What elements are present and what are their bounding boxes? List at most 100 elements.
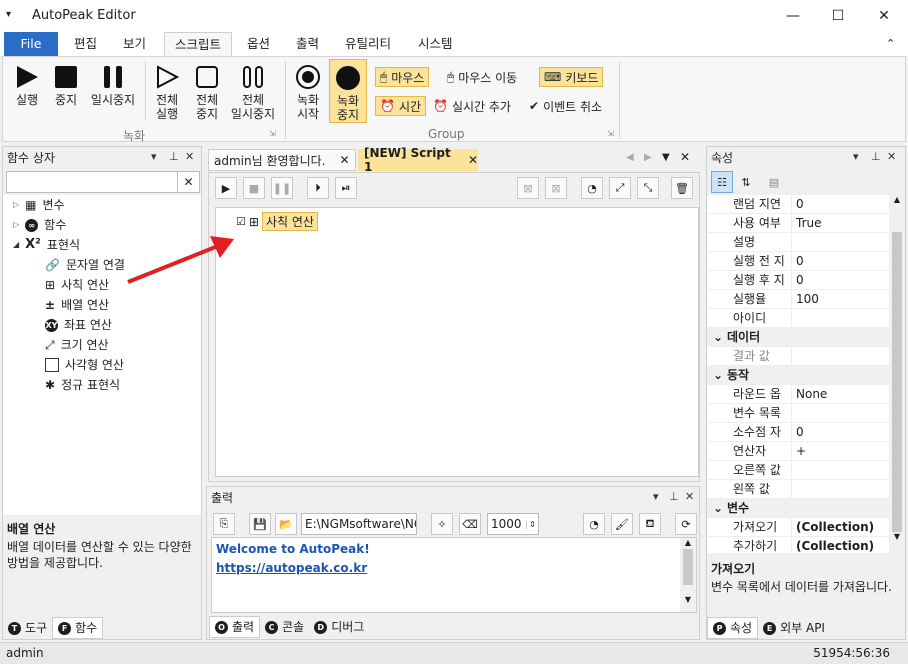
scroll-right-icon[interactable]: ▶ bbox=[644, 152, 652, 163]
property-row[interactable]: 소수점 자 0 bbox=[707, 423, 889, 442]
quick-access-menu-icon[interactable]: ▾ bbox=[6, 9, 16, 20]
time-toggle[interactable]: ⏰ 시간 bbox=[375, 96, 427, 116]
tab-output-log[interactable]: O 출력 bbox=[209, 616, 261, 638]
close-tab-icon[interactable]: ✕ bbox=[339, 153, 349, 167]
minimize-button[interactable]: — bbox=[770, 0, 816, 32]
tab-tools[interactable]: T 도구 bbox=[3, 617, 52, 639]
property-row[interactable]: 아이디 bbox=[707, 309, 889, 328]
tab-options[interactable]: 옵션 bbox=[237, 32, 280, 56]
property-row[interactable]: 변수 목록 bbox=[707, 404, 889, 423]
dialog-launcher-icon[interactable]: ⇲ bbox=[269, 129, 276, 138]
property-value[interactable]: 0 bbox=[791, 271, 889, 289]
step-play-icon[interactable]: ⏵ bbox=[307, 177, 329, 199]
property-row[interactable]: 결과 값 bbox=[707, 347, 889, 366]
scroll-thumb[interactable] bbox=[892, 232, 902, 532]
run-button[interactable]: 실행 bbox=[9, 63, 45, 107]
property-value[interactable]: 0 bbox=[791, 423, 889, 441]
spin-icon[interactable]: ⇕ bbox=[526, 519, 538, 529]
stop-button[interactable]: 중지 bbox=[49, 63, 83, 107]
categorized-icon[interactable]: ☷ bbox=[711, 171, 733, 193]
pause-all-button[interactable]: 전체 일시중지 bbox=[227, 63, 279, 121]
property-value[interactable]: True bbox=[791, 214, 889, 232]
new-log-icon[interactable]: ⎘ bbox=[213, 513, 235, 535]
close-button[interactable]: ✕ bbox=[861, 0, 907, 32]
script-canvas[interactable]: ☑ ⊞ 사칙 연산 bbox=[215, 207, 699, 477]
tab-debug[interactable]: D 디버그 bbox=[309, 616, 369, 638]
property-row[interactable]: 연산자 + bbox=[707, 442, 889, 461]
property-value[interactable]: + bbox=[791, 442, 889, 460]
property-value[interactable]: (Collection) bbox=[791, 518, 889, 536]
scroll-thumb[interactable] bbox=[683, 549, 693, 585]
tree-item-variable[interactable]: ▷ ▦ 변수 bbox=[3, 195, 201, 215]
expand-icon[interactable]: ▷ bbox=[13, 215, 19, 235]
property-row[interactable]: 오른쪽 값 bbox=[707, 461, 889, 480]
search-input[interactable] bbox=[7, 172, 177, 192]
property-row[interactable]: 실행 후 지 0 bbox=[707, 271, 889, 290]
panel-dropdown-icon[interactable]: ▾ bbox=[653, 490, 659, 503]
scrollbar[interactable]: ▲ ▼ bbox=[680, 538, 696, 612]
realtime-add-toggle[interactable]: ⏰ 실시간 추가 bbox=[433, 96, 511, 116]
clock-icon[interactable]: ◔ bbox=[583, 513, 605, 535]
maximize-button[interactable]: ☐ bbox=[815, 0, 861, 32]
stop-icon[interactable]: ■ bbox=[243, 177, 265, 199]
tree-item-regex[interactable]: ✱ 정규 표현식 bbox=[3, 375, 201, 395]
close-panel-icon[interactable]: ✕ bbox=[185, 150, 194, 163]
mouse-toggle[interactable]: 🖱 마우스 bbox=[375, 67, 430, 87]
property-value[interactable]: 0 bbox=[791, 252, 889, 270]
tree-item-rectangle[interactable]: 사각형 연산 bbox=[3, 355, 201, 375]
pin-icon[interactable]: ⊥ bbox=[871, 150, 881, 163]
property-category[interactable]: ⌄ 데이터 bbox=[707, 328, 889, 347]
scrollbar[interactable]: ▲ ▼ bbox=[889, 195, 905, 553]
property-pages-icon[interactable]: ▤ bbox=[763, 171, 785, 193]
tab-properties[interactable]: P 속성 bbox=[707, 617, 759, 639]
tab-system[interactable]: 시스템 bbox=[408, 32, 463, 56]
property-row[interactable]: 라운드 옵 None bbox=[707, 385, 889, 404]
sort-alpha-icon[interactable]: ⇅ bbox=[735, 171, 757, 193]
collapse-all-icon[interactable]: ⤡ bbox=[637, 177, 659, 199]
property-value[interactable]: (Collection) bbox=[791, 537, 889, 553]
delete-icon[interactable]: 🗑 bbox=[671, 177, 693, 199]
property-value[interactable] bbox=[791, 347, 889, 365]
brush-icon[interactable]: 🖌 bbox=[611, 513, 633, 535]
mouse-move-toggle[interactable]: 🖱 마우스 이동 bbox=[447, 67, 517, 87]
play-icon[interactable]: ▶ bbox=[215, 177, 237, 199]
stop-all-button[interactable]: 전체 중지 bbox=[189, 63, 225, 121]
collapse-icon[interactable]: ◢ bbox=[13, 235, 19, 255]
tree-item-coordinate[interactable]: XY 좌표 연산 bbox=[3, 315, 201, 335]
tab-utility[interactable]: 유틸리티 bbox=[335, 32, 401, 56]
expand-icon[interactable]: ▷ bbox=[13, 195, 19, 215]
property-value[interactable] bbox=[791, 404, 889, 422]
pin-icon[interactable]: ⊥ bbox=[169, 150, 179, 163]
property-value[interactable] bbox=[791, 309, 889, 327]
record-stop-button[interactable]: 녹화 중지 bbox=[329, 59, 367, 123]
tab-welcome[interactable]: admin님 환영합니다. ✕ bbox=[208, 149, 356, 171]
close-panel-icon[interactable]: ✕ bbox=[887, 150, 896, 163]
property-value[interactable]: 100 bbox=[791, 290, 889, 308]
tab-script[interactable]: 스크립트 bbox=[164, 32, 233, 57]
tab-output[interactable]: 출력 bbox=[286, 32, 329, 56]
expand-all-icon[interactable]: ⤢ bbox=[609, 177, 631, 199]
property-row[interactable]: 사용 여부 True bbox=[707, 214, 889, 233]
record-start-button[interactable]: 녹화 시작 bbox=[291, 63, 325, 121]
clear-search-icon[interactable]: ✕ bbox=[177, 172, 199, 192]
property-row[interactable]: 실행율 100 bbox=[707, 290, 889, 309]
refresh-icon[interactable]: ⟳ bbox=[675, 513, 697, 535]
line-limit-stepper[interactable]: 1000 ⇕ bbox=[487, 513, 539, 535]
log-link[interactable]: https://autopeak.co.kr bbox=[216, 559, 692, 578]
property-row[interactable]: 실행 전 지 0 bbox=[707, 252, 889, 271]
dialog-launcher-icon[interactable]: ⇲ bbox=[607, 129, 614, 138]
property-value[interactable] bbox=[791, 233, 889, 251]
timer-icon[interactable]: ◔ bbox=[581, 177, 603, 199]
event-cancel-toggle[interactable]: ✔ 이벤트 취소 bbox=[529, 96, 602, 116]
tab-view[interactable]: 보기 bbox=[113, 32, 156, 56]
close-editor-icon[interactable]: ✕ bbox=[680, 150, 690, 164]
log-path-input[interactable]: E:\NGMsoftware\NG bbox=[301, 513, 417, 535]
panel-dropdown-icon[interactable]: ▾ bbox=[853, 150, 859, 163]
property-row[interactable]: 가져오기 (Collection) bbox=[707, 518, 889, 537]
panel-dropdown-icon[interactable]: ▾ bbox=[151, 150, 157, 163]
property-value[interactable] bbox=[791, 480, 889, 498]
disable-all-icon[interactable]: ⊠ bbox=[545, 177, 567, 199]
pin-icon[interactable]: ⊥ bbox=[669, 490, 679, 503]
save-icon[interactable]: 💾 bbox=[249, 513, 271, 535]
clean-icon[interactable]: ✧ bbox=[431, 513, 453, 535]
